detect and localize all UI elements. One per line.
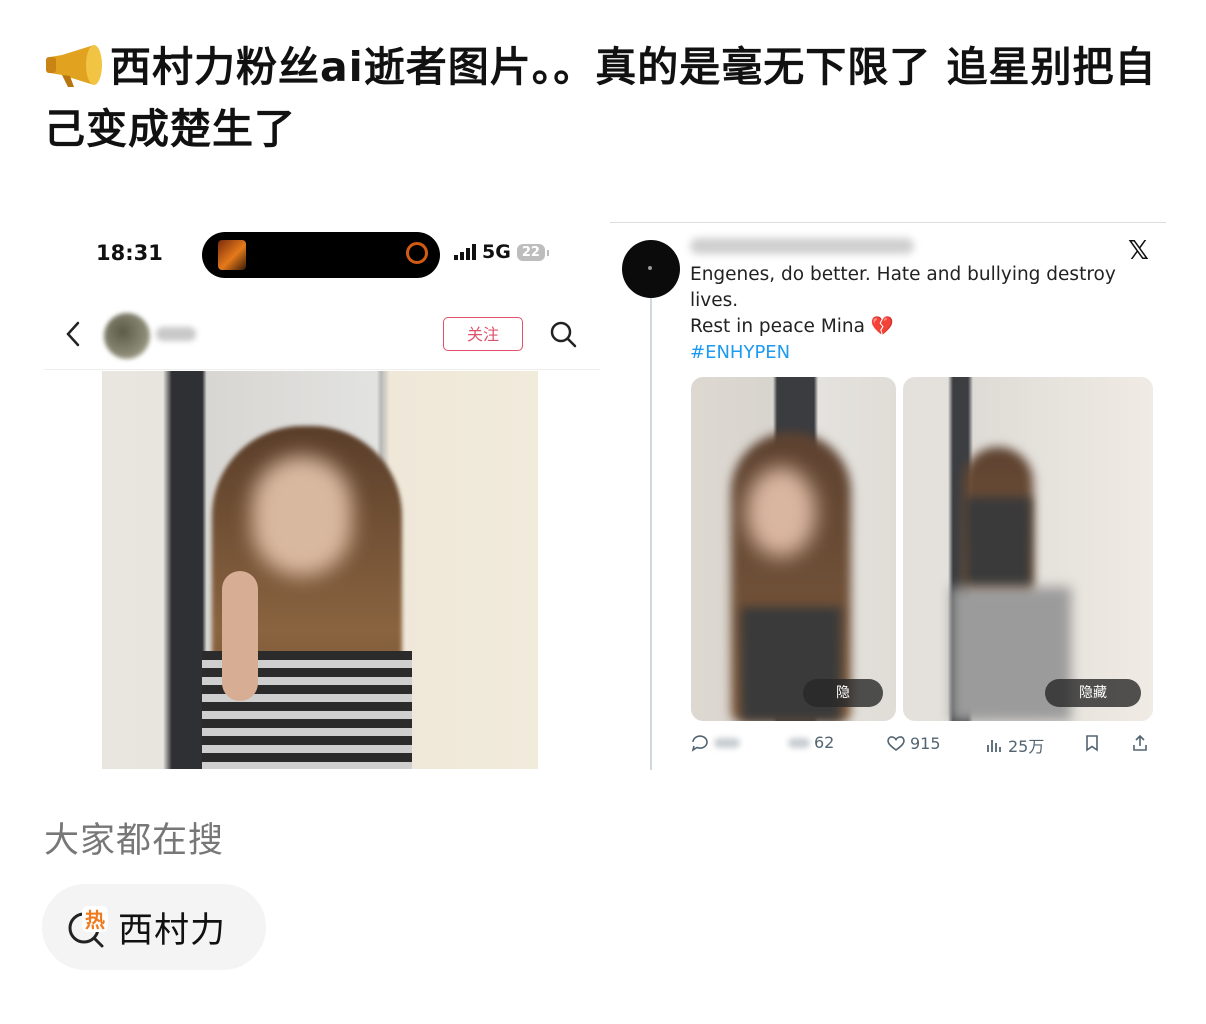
views-icon (987, 740, 1001, 752)
reply-icon (691, 735, 708, 752)
blurred-photo (102, 371, 538, 769)
retweet-count: 62 (814, 733, 835, 752)
left-screenshot: 18:31 5G 22 关注 (44, 215, 600, 775)
tweet-image-1[interactable]: 隐 (691, 377, 896, 721)
hot-search-chip[interactable]: 热 西村力 (42, 884, 266, 970)
retweet-icon (788, 737, 810, 748)
search-icon[interactable] (548, 319, 578, 349)
status-indicators: 5G 22 (454, 241, 550, 263)
tweet-image-2[interactable]: 隐藏 (903, 377, 1153, 721)
megaphone-icon (46, 45, 102, 87)
blurred-username (156, 327, 196, 341)
dynamic-island (202, 232, 440, 278)
post-title: 西村力粉丝ai逝者图片。。真的是毫无下限了 追星别把自己变成楚生了 (44, 36, 1174, 160)
follow-button[interactable]: 关注 (443, 317, 523, 351)
live-activity-thumbnail (218, 240, 246, 270)
divider (610, 222, 1166, 223)
post-title-text: 西村力粉丝ai逝者图片。。真的是毫无下限了 追星别把自己变成楚生了 (44, 43, 1157, 153)
thread-line (650, 292, 652, 770)
hot-badge: 热 (85, 908, 105, 932)
blurred-handle (690, 238, 914, 254)
back-arrow-icon[interactable] (62, 319, 84, 349)
status-time: 18:31 (96, 241, 163, 265)
hot-search-icon: 热 (68, 906, 108, 948)
hashtag-link[interactable]: #ENHYPEN (690, 342, 790, 363)
bookmark-icon (1086, 735, 1098, 752)
like-count: 915 (910, 733, 941, 753)
retweet-button[interactable]: 62 (788, 733, 834, 752)
trending-search-heading: 大家都在搜 (44, 821, 225, 861)
broken-heart-icon: 💔 (870, 316, 894, 337)
hidden-label[interactable]: 隐 (803, 679, 883, 707)
avatar[interactable] (622, 240, 680, 298)
network-label: 5G (482, 241, 511, 263)
right-screenshot: 𝕏 Engenes, do better. Hate and bullying … (610, 222, 1166, 772)
share-icon (1133, 734, 1147, 751)
tweet-line-2: Rest in peace Mina (690, 316, 865, 337)
tweet-actions: 62 915 25万 (690, 730, 1160, 760)
views-count: 25万 (1008, 737, 1045, 756)
bookmark-button[interactable] (1082, 733, 1102, 753)
hidden-label[interactable]: 隐藏 (1045, 679, 1141, 707)
heart-icon (887, 736, 905, 751)
progress-ring-icon (406, 242, 428, 264)
like-button[interactable]: 915 (886, 733, 941, 753)
avatar[interactable] (104, 313, 150, 359)
tweet-line-1: Engenes, do better. Hate and bullying de… (690, 264, 1116, 311)
views-button[interactable]: 25万 (984, 733, 1044, 757)
reply-button[interactable] (690, 733, 740, 753)
tweet-text: Engenes, do better. Hate and bullying de… (690, 262, 1160, 340)
divider (44, 369, 600, 370)
share-button[interactable] (1130, 733, 1150, 753)
signal-icon (454, 244, 476, 260)
hot-search-label: 西村力 (118, 910, 227, 951)
battery-icon: 22 (516, 243, 550, 261)
